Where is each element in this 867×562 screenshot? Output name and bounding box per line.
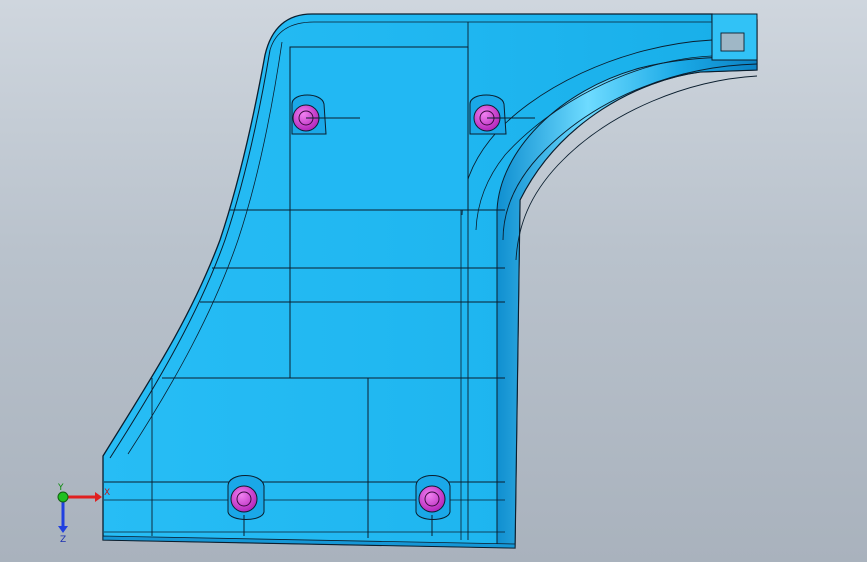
- z-axis-arrowhead: [58, 526, 68, 533]
- x-axis-arrowhead: [95, 492, 102, 502]
- y-axis-dot: [57, 491, 69, 503]
- cad-viewport[interactable]: X Y Z: [0, 0, 867, 562]
- axis-triad: X Y Z: [57, 483, 110, 545]
- model-canvas[interactable]: X Y Z: [0, 0, 867, 562]
- wheel-arch-flange[interactable]: [496, 56, 758, 549]
- top-bracket-slot: [720, 32, 745, 52]
- y-axis-label: Y: [57, 483, 64, 493]
- x-axis-label: X: [104, 488, 110, 498]
- z-axis-label: Z: [60, 535, 66, 545]
